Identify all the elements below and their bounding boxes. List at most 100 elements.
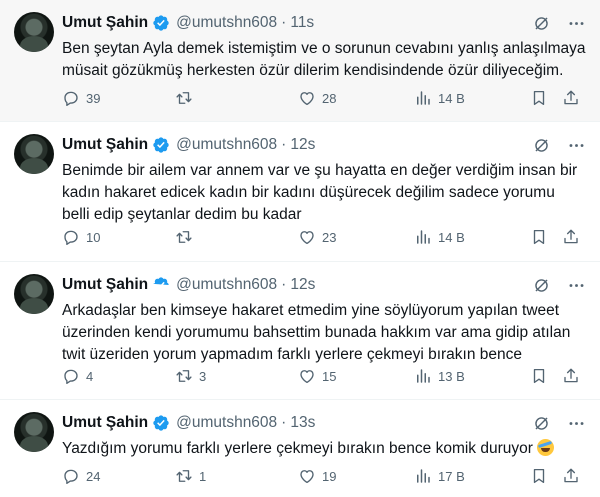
- heart-icon: [300, 92, 314, 106]
- header-controls: [532, 14, 586, 33]
- reply-icon: [64, 230, 78, 246]
- share-button[interactable]: [562, 89, 580, 107]
- like-button[interactable]: 28: [298, 89, 336, 107]
- like-button[interactable]: 15: [298, 367, 336, 385]
- tweet[interactable]: Umut Şahin @umutshn608 · 12s Arkadaşlar …: [0, 262, 600, 400]
- retweet-count: 1: [199, 468, 207, 484]
- views-icon: [417, 91, 430, 105]
- views-button[interactable]: 13 B: [414, 367, 465, 385]
- like-button[interactable]: 19: [298, 467, 336, 485]
- reply-button[interactable]: 4: [62, 367, 93, 385]
- grok-icon[interactable]: [532, 14, 551, 33]
- rolling-laughing-emoji: [537, 439, 555, 456]
- views-count: 13 B: [438, 368, 465, 384]
- author-name[interactable]: Umut Şahin: [62, 414, 148, 432]
- views-button[interactable]: 14 B: [414, 228, 465, 246]
- bookmark-button[interactable]: [530, 467, 548, 485]
- share-icon: [564, 468, 578, 483]
- retweet-button[interactable]: [175, 89, 199, 107]
- bookmark-button[interactable]: [530, 89, 548, 107]
- like-button[interactable]: 23: [298, 228, 336, 246]
- timestamp[interactable]: 12s: [290, 276, 315, 294]
- tweet-actions: 10 23 14 B: [62, 227, 586, 247]
- views-button[interactable]: 17 B: [414, 467, 465, 485]
- tweet[interactable]: Umut Şahin @umutshn608 · 11s Ben şeytan …: [0, 0, 600, 122]
- timestamp[interactable]: 12s: [290, 136, 315, 154]
- share-icon: [564, 90, 578, 105]
- grok-icon[interactable]: [532, 276, 551, 295]
- reply-icon: [64, 369, 78, 385]
- tweet[interactable]: Umut Şahin @umutshn608 · 12s Benimde bir…: [0, 122, 600, 262]
- share-icon: [564, 229, 578, 244]
- tweet-text: Ben şeytan Ayla demek istemiştim ve o so…: [62, 40, 586, 79]
- reply-count: 4: [86, 368, 94, 384]
- grok-icon[interactable]: [532, 136, 551, 155]
- heart-icon: [300, 231, 314, 245]
- separator: ·: [281, 276, 287, 293]
- heart-icon: [300, 470, 314, 484]
- reply-icon: [64, 91, 78, 107]
- author-handle[interactable]: @umutshn608: [176, 14, 277, 32]
- tweet-actions: 4 3 15 13 B: [62, 366, 586, 386]
- retweet-count: 3: [199, 368, 207, 384]
- reply-button[interactable]: 10: [62, 228, 100, 246]
- retweet-icon: [176, 231, 192, 243]
- heart-icon: [300, 370, 314, 384]
- more-icon[interactable]: [567, 414, 586, 433]
- separator: ·: [281, 14, 287, 31]
- header-controls: [532, 276, 586, 295]
- retweet-icon: [176, 92, 192, 104]
- share-button[interactable]: [562, 467, 580, 485]
- tweet-text: Benimde bir ailem var annem var ve şu ha…: [62, 162, 578, 223]
- author-handle[interactable]: @umutshn608: [176, 276, 277, 294]
- bookmark-icon: [533, 229, 545, 245]
- avatar[interactable]: [14, 12, 54, 52]
- share-button[interactable]: [562, 367, 580, 385]
- views-icon: [417, 230, 430, 244]
- like-count: 28: [322, 90, 337, 106]
- like-count: 23: [322, 229, 337, 245]
- bookmark-button[interactable]: [530, 367, 548, 385]
- timestamp[interactable]: 11s: [290, 14, 314, 32]
- reply-button[interactable]: 24: [62, 467, 100, 485]
- retweet-button[interactable]: 1: [175, 467, 206, 485]
- retweet-button[interactable]: [175, 228, 199, 246]
- reply-icon: [64, 469, 78, 485]
- retweet-button[interactable]: 3: [175, 367, 206, 385]
- tweet-header: Umut Şahin @umutshn608 · 12s: [62, 135, 586, 155]
- avatar[interactable]: [14, 134, 54, 174]
- author-name[interactable]: Umut Şahin: [62, 136, 148, 154]
- grok-icon[interactable]: [532, 414, 551, 433]
- more-icon[interactable]: [567, 136, 586, 155]
- tweet-text: Yazdığım yorumu farklı yerlere çekmeyi b…: [62, 440, 533, 457]
- bookmark-icon: [533, 90, 545, 106]
- views-count: 14 B: [438, 229, 465, 245]
- retweet-icon: [176, 470, 192, 482]
- tweet-header: Umut Şahin @umutshn608 · 12s: [62, 275, 586, 295]
- like-count: 19: [322, 468, 337, 484]
- author-name[interactable]: Umut Şahin: [62, 14, 148, 32]
- reply-button[interactable]: 39: [62, 89, 100, 107]
- avatar[interactable]: [14, 412, 54, 452]
- tweet[interactable]: Umut Şahin @umutshn608 · 13s Yazdığım yo…: [0, 400, 600, 497]
- reply-count: 10: [86, 229, 101, 245]
- views-count: 14 B: [438, 90, 465, 106]
- header-controls: [532, 414, 586, 433]
- share-button[interactable]: [562, 228, 580, 246]
- views-button[interactable]: 14 B: [414, 89, 465, 107]
- timestamp[interactable]: 13s: [290, 414, 315, 432]
- views-icon: [417, 369, 430, 383]
- bookmark-icon: [533, 468, 545, 484]
- avatar[interactable]: [14, 274, 54, 314]
- more-icon[interactable]: [567, 14, 586, 33]
- tweet-actions: 39 28 14 B: [62, 88, 586, 108]
- more-icon[interactable]: [567, 276, 586, 295]
- author-name[interactable]: Umut Şahin: [62, 276, 148, 294]
- reply-count: 39: [86, 90, 101, 106]
- author-handle[interactable]: @umutshn608: [176, 136, 277, 154]
- like-count: 15: [322, 368, 337, 384]
- verified-badge-icon: [153, 15, 169, 31]
- author-handle[interactable]: @umutshn608: [176, 414, 277, 432]
- bookmark-button[interactable]: [530, 228, 548, 246]
- tweet-text: Arkadaşlar ben kimseye hakaret etmedim y…: [62, 302, 571, 363]
